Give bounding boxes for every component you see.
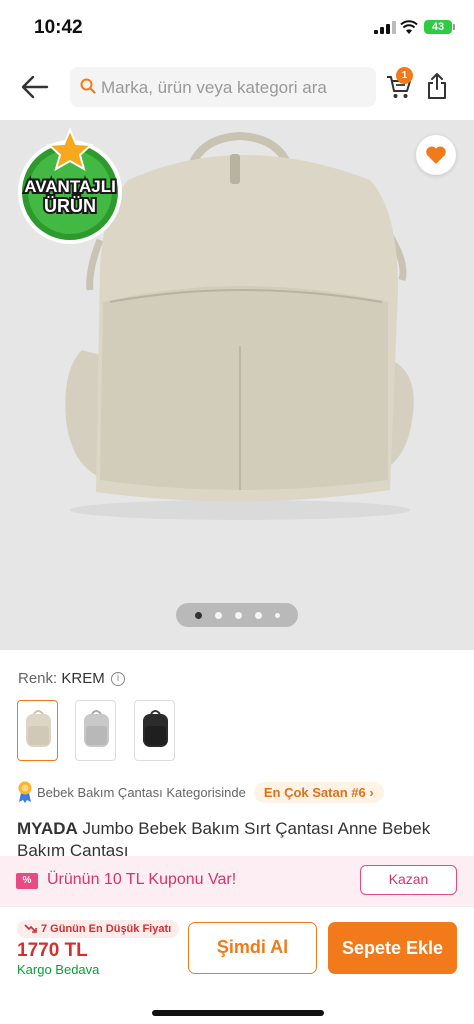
wifi-icon [400,20,418,34]
badge-text-line2: ÜRÜN [44,196,96,216]
carousel-dot[interactable] [254,611,262,619]
info-icon[interactable]: i [111,672,125,686]
color-label: Renk: KREM [18,670,105,687]
carousel-dot[interactable] [194,611,202,619]
purchase-bar: 7 Günün En Düşük Fiyatı 1770 TL Kargo Be… [0,906,474,1024]
search-icon [80,78,96,94]
color-swatch-siyah[interactable] [134,700,175,761]
share-icon[interactable] [426,72,448,100]
color-value: KREM [61,670,105,687]
free-shipping-label: Kargo Bedava [17,962,100,977]
add-to-cart-button[interactable]: Sepete Ekle [328,922,457,974]
buy-now-button[interactable]: Şimdi Al [188,922,317,974]
status-bar: 10:42 43 [0,0,474,56]
home-indicator [152,1010,324,1016]
heart-icon [426,146,446,164]
favorite-button[interactable] [416,135,456,175]
signal-icon [374,21,396,34]
category-text: Bebek Bakım Çantası Kategorisinde [37,784,246,800]
carousel-indicator[interactable] [176,603,298,627]
brand-name[interactable]: MYADA [17,819,78,838]
lowest-price-badge: 7 Günün En Düşük Fiyatı [17,920,180,938]
carousel-dot[interactable] [274,612,280,618]
back-arrow-icon[interactable] [20,74,50,100]
medal-icon [18,781,32,803]
coupon-icon: % [16,873,38,889]
status-time: 10:42 [34,17,83,38]
product-name: Jumbo Bebek Bakım Sırt Çantası Anne Bebe… [17,819,431,858]
category-rank-row: Bebek Bakım Çantası Kategorisinde En Çok… [17,780,384,804]
carousel-dot[interactable] [234,611,242,619]
product-title: MYADA Jumbo Bebek Bakım Sırt Çantası Ann… [17,818,457,858]
advantage-badge: AVANTAJLI ÜRÜN [12,127,128,246]
color-swatch-krem[interactable] [17,700,58,761]
battery-icon: 43 [424,20,455,34]
trend-down-icon [24,924,37,933]
color-swatch-gri[interactable] [75,700,116,761]
kazan-button[interactable]: Kazan [360,865,457,895]
search-placeholder: Marka, ürün veya kategori ara [101,78,327,97]
coupon-text: Ürünün 10 TL Kuponu Var! [47,871,237,888]
best-seller-badge[interactable]: En Çok Satan #6 › [253,781,384,803]
badge-text-line1: AVANTAJLI [24,177,116,196]
coupon-banner: % Ürünün 10 TL Kuponu Var! Kazan [0,856,474,906]
search-input[interactable]: Marka, ürün veya kategori ara [70,67,376,107]
cart-count-badge: 1 [396,67,413,84]
carousel-dot[interactable] [214,611,222,619]
price: 1770 TL [17,940,88,961]
top-bar: Marka, ürün veya kategori ara 1 [0,56,474,120]
